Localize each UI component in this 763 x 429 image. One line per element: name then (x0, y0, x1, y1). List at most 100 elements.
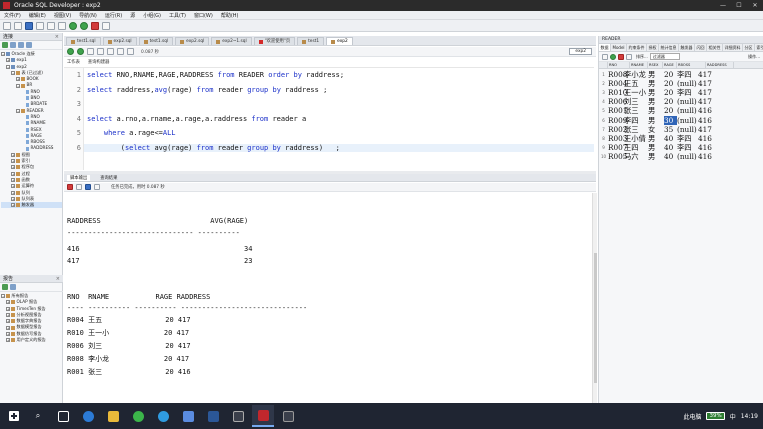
editor-tab[interactable]: test1 (297, 37, 325, 45)
undo-icon[interactable] (47, 21, 55, 30)
table-cell[interactable]: 王小倩 (624, 134, 648, 143)
word-icon[interactable] (202, 405, 224, 427)
filter-icon[interactable] (18, 42, 24, 48)
expand-icon[interactable]: + (11, 171, 15, 176)
table-row[interactable]: 1 R008 李小龙男 20 李四 417 (599, 70, 726, 79)
table-cell[interactable]: 女 (648, 125, 664, 134)
table-cell[interactable]: R009 (608, 116, 627, 125)
table-cell[interactable]: (null) (677, 116, 698, 125)
table-cell[interactable]: 417 (698, 88, 726, 97)
menu-item[interactable]: 源 (126, 12, 139, 19)
menu-item[interactable]: 编辑(E) (25, 12, 50, 19)
table-cell[interactable]: 40 (664, 143, 677, 152)
table-cell[interactable]: 男 (648, 97, 664, 106)
editor-tab[interactable]: test1.sql (66, 37, 101, 45)
code-line[interactable]: select RNO,RNAME,RAGE,RADDRESS from READ… (87, 71, 344, 79)
menu-item[interactable]: 文件(F) (0, 12, 25, 19)
table-row[interactable]: 3 R010 王一小男 20 李四 417 (599, 88, 726, 97)
table-cell[interactable]: 416 (698, 152, 726, 161)
table-cell[interactable]: 40 (664, 152, 677, 161)
refresh-icon[interactable] (10, 42, 16, 48)
sql-editor[interactable]: 1 2 3 4 5 6 select RNO,RNAME,RAGE,RADDRESS fr… (64, 67, 594, 170)
editor-tab[interactable]: exp2 (326, 37, 353, 45)
collapse-icon[interactable]: − (11, 71, 15, 76)
table-cell[interactable]: 416 (698, 134, 726, 143)
stop-icon[interactable] (91, 21, 99, 30)
minimize-button[interactable]: — (715, 2, 731, 9)
expand-icon[interactable]: + (6, 319, 10, 324)
clear-icon[interactable] (127, 48, 134, 55)
filter-input[interactable]: 过滤器 (649, 53, 680, 60)
table-cell[interactable]: 李四 (677, 70, 698, 79)
edge-icon[interactable] (77, 405, 99, 427)
expand-icon[interactable]: + (6, 313, 10, 318)
expand-icon[interactable]: + (11, 184, 15, 189)
collapse-icon[interactable]: − (16, 83, 20, 88)
table-cell[interactable]: 王一小 (624, 88, 648, 97)
table-cell[interactable]: 20 (664, 97, 677, 106)
scroll-thumb[interactable] (594, 253, 597, 383)
autotrace-icon[interactable] (117, 48, 124, 55)
table-cell[interactable]: 男 (648, 106, 664, 115)
expand-icon[interactable]: + (6, 306, 10, 311)
schema-browser-icon[interactable] (26, 42, 32, 48)
column-header[interactable]: RSEX (648, 62, 663, 68)
expand-icon[interactable]: + (11, 165, 15, 170)
table-cell[interactable]: 416 (698, 106, 726, 115)
table-row[interactable]: 4 R006 刘三男 20 (null) 417 (599, 97, 726, 106)
battery-indicator[interactable]: 39% (706, 412, 725, 420)
table-cell[interactable]: 417 (698, 125, 726, 134)
collapse-icon[interactable]: − (16, 108, 20, 113)
sql-icon[interactable] (102, 21, 110, 30)
code-line[interactable]: (select avg(rage) from reader group by r… (84, 144, 594, 152)
tab-query-result[interactable]: 查询结果 (100, 175, 117, 181)
reader-tab[interactable]: 数据 (599, 44, 611, 51)
save-all-icon[interactable] (36, 21, 44, 30)
menu-item[interactable]: 小组(G) (139, 12, 165, 19)
save-output-icon[interactable] (85, 184, 91, 190)
table-cell[interactable]: (null) (677, 152, 698, 161)
expand-icon[interactable]: + (6, 300, 10, 305)
reader-tab[interactable]: 闪回 (695, 44, 708, 51)
expand-icon[interactable]: + (11, 190, 15, 195)
pin-icon[interactable] (67, 184, 73, 190)
redo-icon[interactable] (58, 21, 66, 30)
add-row-icon[interactable] (610, 53, 616, 60)
reader-tab[interactable]: 索引 (755, 44, 763, 51)
editor-tab[interactable]: "欢迎使用"页 (253, 37, 296, 45)
menu-item[interactable]: 视图(V) (50, 12, 75, 19)
add-connection-icon[interactable] (2, 42, 8, 48)
reader-tab[interactable]: 触发器 (679, 44, 696, 51)
table-row[interactable]: 8 R003 王小倩男 40 李四 416 (599, 134, 726, 143)
close-icon[interactable]: × (56, 276, 60, 282)
collapse-icon[interactable]: − (6, 64, 10, 69)
table-cell[interactable]: R007 (608, 143, 627, 152)
column-header[interactable]: RBOSS (677, 62, 706, 68)
app-icon[interactable] (227, 405, 249, 427)
commit-icon[interactable] (626, 53, 632, 60)
table-cell[interactable]: 417 (698, 79, 726, 88)
output-scrollbar[interactable] (592, 193, 597, 403)
table-cell[interactable]: 417 (698, 70, 726, 79)
table-cell[interactable]: 李四 (677, 143, 698, 152)
actions-menu[interactable]: 操作... (748, 54, 760, 60)
forward-icon[interactable] (80, 21, 88, 30)
expand-icon[interactable]: + (6, 338, 10, 343)
table-cell[interactable]: 男 (648, 152, 664, 161)
store-icon[interactable] (177, 405, 199, 427)
table-row[interactable]: 9 R007 王四男 40 李四 416 (599, 143, 726, 152)
table-cell[interactable]: 男 (648, 70, 664, 79)
table-cell[interactable]: R004 (608, 79, 627, 88)
menu-item[interactable]: 帮助(H) (217, 12, 243, 19)
table-cell[interactable]: 男 (648, 116, 664, 125)
tree-node[interactable]: + 触发器 (1, 202, 62, 209)
menu-item[interactable]: 导航(N) (75, 12, 101, 19)
collapse-icon[interactable]: − (1, 52, 5, 57)
table-cell[interactable]: 刘三 (624, 97, 648, 106)
table-cell[interactable]: 416 (698, 143, 726, 152)
delete-row-icon[interactable] (618, 53, 624, 60)
table-cell[interactable]: 李四 (677, 134, 698, 143)
table-cell[interactable]: 张三 (624, 106, 648, 115)
new-icon[interactable] (3, 21, 11, 30)
table-cell[interactable]: 20 (664, 106, 677, 115)
